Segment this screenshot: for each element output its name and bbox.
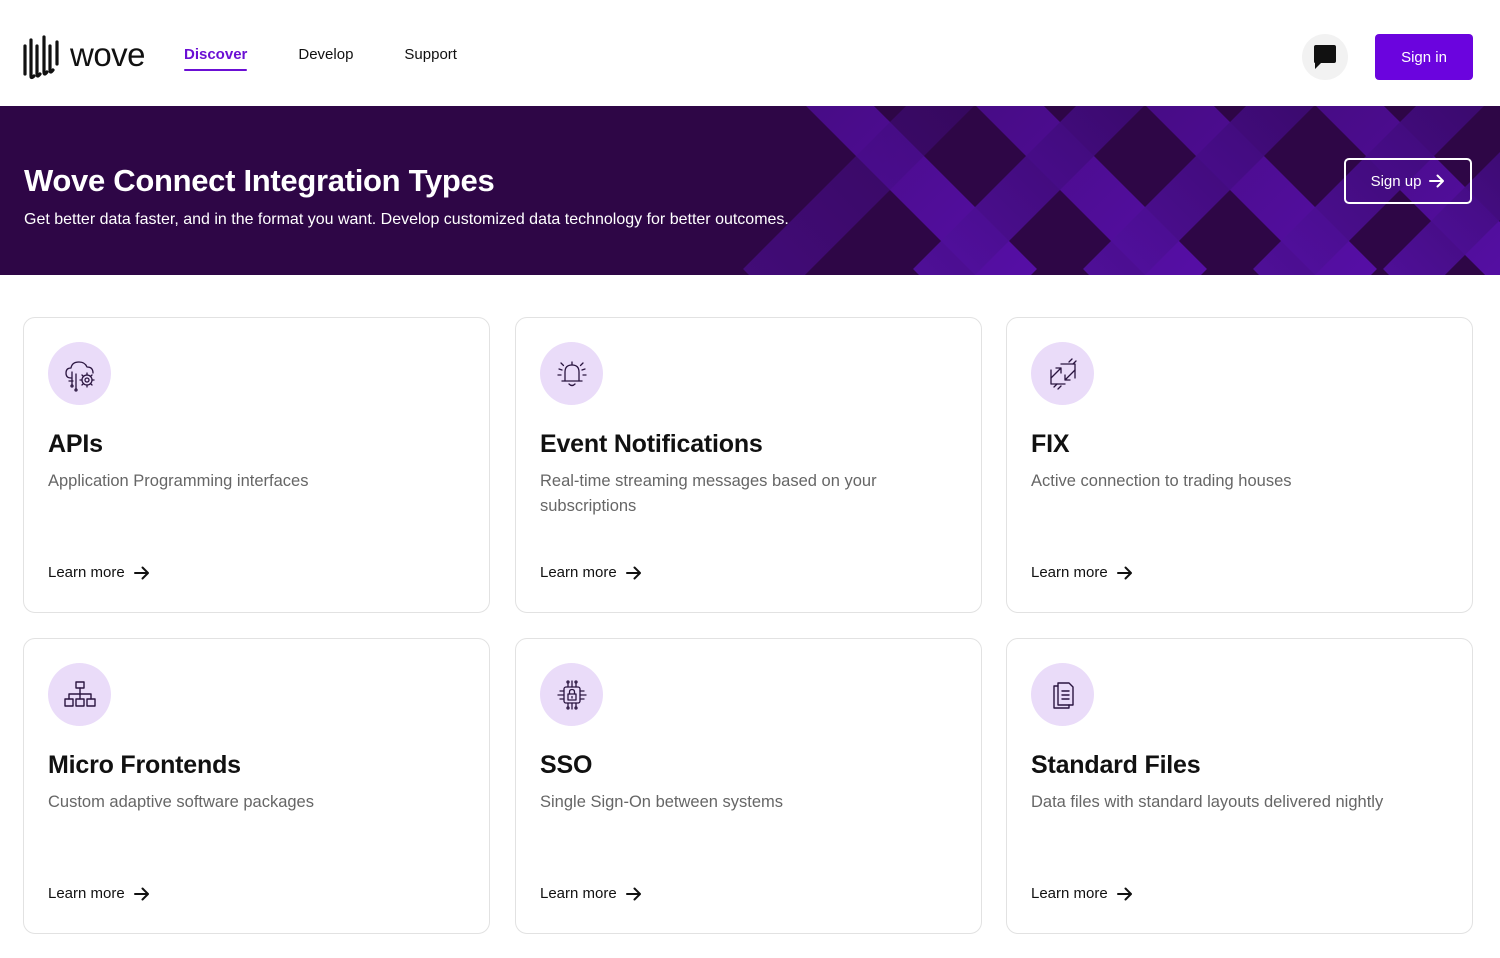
arrow-right-icon <box>625 566 641 579</box>
bell-icon <box>540 342 603 405</box>
learn-more-label: Learn more <box>48 885 125 902</box>
arrow-right-icon <box>1116 566 1132 579</box>
card-title: APIs <box>48 430 103 458</box>
learn-more-label: Learn more <box>48 564 125 581</box>
cloud-gear-icon <box>48 342 111 405</box>
learn-more-label: Learn more <box>1031 885 1108 902</box>
arrow-right-icon <box>133 566 149 579</box>
nav-discover[interactable]: Discover <box>184 46 248 71</box>
sitemap-icon <box>48 663 111 726</box>
integration-card-sso[interactable]: SSO Single Sign-On between systems Learn… <box>515 638 982 934</box>
arrow-right-icon <box>133 887 149 900</box>
sign-up-label: Sign up <box>1370 172 1422 190</box>
card-title: FIX <box>1031 430 1070 458</box>
chat-bubble-icon <box>1314 45 1336 69</box>
sign-up-button[interactable]: Sign up <box>1344 158 1472 204</box>
card-title: SSO <box>540 751 593 779</box>
learn-more-link[interactable]: Learn more <box>540 564 642 581</box>
learn-more-link[interactable]: Learn more <box>48 885 150 902</box>
card-description: Real-time streaming messages based on yo… <box>540 472 877 515</box>
integration-card-micro-frontends[interactable]: Micro Frontends Custom adaptive software… <box>23 638 490 934</box>
card-title: Event Notifications <box>540 430 763 458</box>
card-title: Standard Files <box>1031 751 1201 779</box>
learn-more-link[interactable]: Learn more <box>1031 564 1133 581</box>
learn-more-label: Learn more <box>540 885 617 902</box>
sign-in-button[interactable]: Sign in <box>1375 34 1473 80</box>
nav-develop[interactable]: Develop <box>298 46 353 71</box>
nav-support[interactable]: Support <box>404 46 457 71</box>
card-description: Active connection to trading houses <box>1031 472 1292 490</box>
learn-more-link[interactable]: Learn more <box>540 885 642 902</box>
learn-more-link[interactable]: Learn more <box>1031 885 1133 902</box>
card-description: Single Sign-On between systems <box>540 793 784 811</box>
integration-card-standard-files[interactable]: Standard Files Data files with standard … <box>1006 638 1473 934</box>
card-description: Data files with standard layouts deliver… <box>1031 793 1384 811</box>
lock-chip-icon <box>540 663 603 726</box>
main-nav: Discover Develop Support <box>184 46 508 71</box>
hero-banner: Wove Connect Integration Types Get bette… <box>0 106 1500 275</box>
learn-more-label: Learn more <box>540 564 617 581</box>
integration-card-event-notifications[interactable]: Event Notifications Real-time streaming … <box>515 317 982 613</box>
wove-logo[interactable]: wove <box>22 34 146 80</box>
exchange-arrows-icon <box>1031 342 1094 405</box>
card-description: Custom adaptive software packages <box>48 793 314 811</box>
page-title: Wove Connect Integration Types <box>24 163 495 198</box>
chat-button[interactable] <box>1302 34 1348 80</box>
arrow-right-icon <box>625 887 641 900</box>
learn-more-label: Learn more <box>1031 564 1108 581</box>
logo-wordmark: wove <box>70 35 146 73</box>
card-description: Application Programming interfaces <box>48 472 309 490</box>
arrow-right-icon <box>1116 887 1132 900</box>
top-header: wove Discover Develop Support Sign in <box>0 0 1500 106</box>
learn-more-link[interactable]: Learn more <box>48 564 150 581</box>
card-title: Micro Frontends <box>48 751 241 779</box>
integration-card-fix[interactable]: FIX Active connection to trading houses … <box>1006 317 1473 613</box>
documents-icon <box>1031 663 1094 726</box>
wove-logo-icon <box>23 35 59 80</box>
page-subtitle: Get better data faster, and in the forma… <box>24 211 789 228</box>
integration-card-apis[interactable]: APIs Application Programming interfaces … <box>23 317 490 613</box>
arrow-right-icon <box>1429 174 1445 188</box>
